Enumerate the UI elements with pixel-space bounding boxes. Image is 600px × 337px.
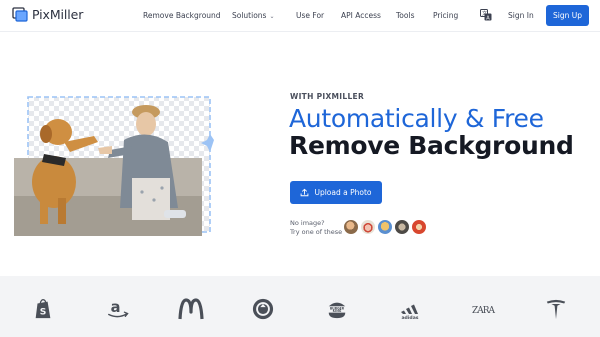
nav-use-for[interactable]: Use For [296, 11, 324, 20]
zara-logo-icon: ZARA [472, 306, 496, 316]
nav-label: Remove Background [143, 11, 221, 20]
shopify-logo-icon: S [35, 299, 51, 319]
hero-headline-line1: Automatically & Free [289, 104, 544, 133]
signin-link[interactable]: Sign In [508, 11, 534, 20]
translate-icon[interactable]: 文 A [480, 9, 492, 21]
sample-image-3[interactable] [377, 219, 393, 235]
zara-text: ZARA [472, 306, 496, 316]
logo-text: PixMiller [32, 7, 84, 22]
nav-pricing[interactable]: Pricing [433, 11, 458, 20]
svg-text:S: S [40, 307, 47, 318]
sample-image-4[interactable] [394, 219, 410, 235]
nav-tools[interactable]: Tools [396, 11, 414, 20]
upload-button-label: Upload a Photo [314, 188, 372, 197]
upload-icon [301, 188, 309, 197]
svg-text:a: a [111, 299, 121, 316]
burger-king-text-bottom: KING [333, 309, 342, 313]
starbucks-logo-icon [252, 298, 274, 320]
nav-api-access[interactable]: API Access [341, 11, 381, 20]
nav-label: Solutions [232, 11, 267, 20]
svg-text:A: A [486, 15, 490, 21]
hero-illustration [14, 96, 214, 236]
nav-label: Tools [396, 11, 415, 20]
no-image-line1: No image? [290, 219, 325, 227]
nav-label: Pricing [433, 11, 459, 20]
hero-headline-line2: Remove Background [289, 131, 574, 160]
sample-images [343, 219, 427, 235]
amazon-logo-icon: a [108, 299, 129, 318]
sample-image-1[interactable] [343, 219, 359, 235]
sample-image-5[interactable] [411, 219, 427, 235]
no-image-hint: No image? Try one of these [290, 219, 342, 237]
nav-label: API Access [341, 11, 381, 20]
sample-image-2[interactable] [360, 219, 376, 235]
burger-king-logo-icon: BURGER KING [328, 302, 346, 319]
tesla-logo-icon [546, 299, 566, 320]
adidas-text: adidas [401, 315, 418, 320]
adidas-logo-icon: adidas [401, 304, 419, 320]
nav-remove-background[interactable]: Remove Background [143, 11, 221, 20]
logo[interactable]: PixMiller [12, 7, 83, 22]
top-navbar: PixMiller Remove Background Solutions ⌄ U… [0, 0, 600, 32]
nav-label: Use For [296, 11, 325, 20]
hero-eyebrow: WITH PIXMILLER [290, 92, 365, 101]
chevron-down-icon: ⌄ [269, 13, 275, 20]
pixmiller-logo-icon [12, 7, 28, 22]
no-image-line2: Try one of these [290, 228, 343, 236]
upload-photo-button[interactable]: Upload a Photo [290, 181, 382, 204]
nav-solutions[interactable]: Solutions ⌄ [232, 11, 275, 20]
mcdonalds-logo-icon [178, 298, 204, 320]
signup-button[interactable]: Sign Up [546, 5, 589, 26]
brand-logos-strip: S a BURGER KING adidas ZARA [0, 276, 600, 337]
